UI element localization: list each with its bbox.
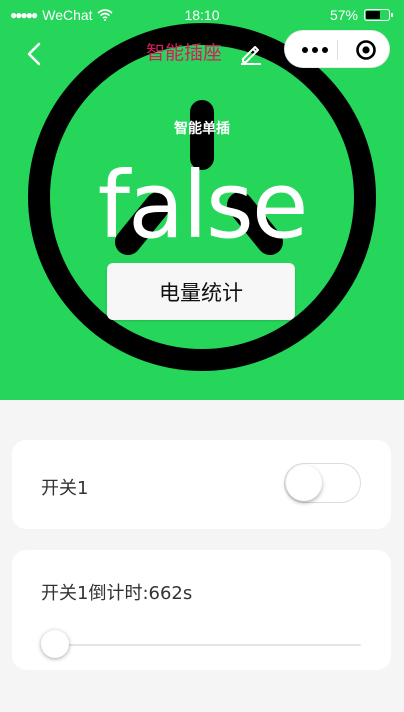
edit-title-button[interactable] — [238, 40, 264, 66]
switch-card: 开关1 — [12, 440, 391, 529]
more-dot-icon — [322, 47, 328, 53]
timer-card: 开关1倒计时:662s — [12, 550, 391, 670]
nav-bar: 智能插座 — [0, 30, 404, 78]
slider-handle[interactable] — [41, 630, 69, 658]
target-close-icon — [356, 40, 376, 60]
timer-label: 开关1倒计时:662s — [41, 583, 193, 604]
slider-track — [41, 644, 361, 646]
chevron-left-icon — [27, 42, 41, 66]
pencil-icon — [241, 46, 261, 65]
battery-percent: 57% — [329, 7, 358, 23]
status-bar: ●●●●● WeChat 18:10 57% — [0, 0, 404, 30]
hero-header: ●●●●● WeChat 18:10 57% 智能插座 智能单插 false 电… — [0, 0, 404, 400]
switch-state-text: false — [97, 152, 309, 259]
capsule-divider — [337, 40, 338, 60]
toggle-knob — [286, 465, 322, 501]
mini-program-capsule — [284, 30, 390, 68]
page-title: 智能插座 — [146, 42, 223, 64]
more-menu-button[interactable] — [299, 31, 331, 69]
more-dot-icon — [312, 47, 318, 53]
power-stats-button[interactable]: 电量统计 — [107, 263, 295, 320]
status-right: 57% — [329, 0, 393, 30]
switch-toggle[interactable] — [284, 463, 361, 503]
back-button[interactable] — [18, 38, 50, 70]
battery-icon — [364, 9, 393, 21]
countdown-slider[interactable] — [41, 630, 361, 660]
battery-level-fill — [366, 11, 380, 19]
switch-label: 开关1 — [41, 478, 89, 499]
more-dot-icon — [302, 47, 308, 53]
close-mini-program-button[interactable] — [347, 31, 385, 69]
device-type-label: 智能单插 — [174, 121, 230, 137]
